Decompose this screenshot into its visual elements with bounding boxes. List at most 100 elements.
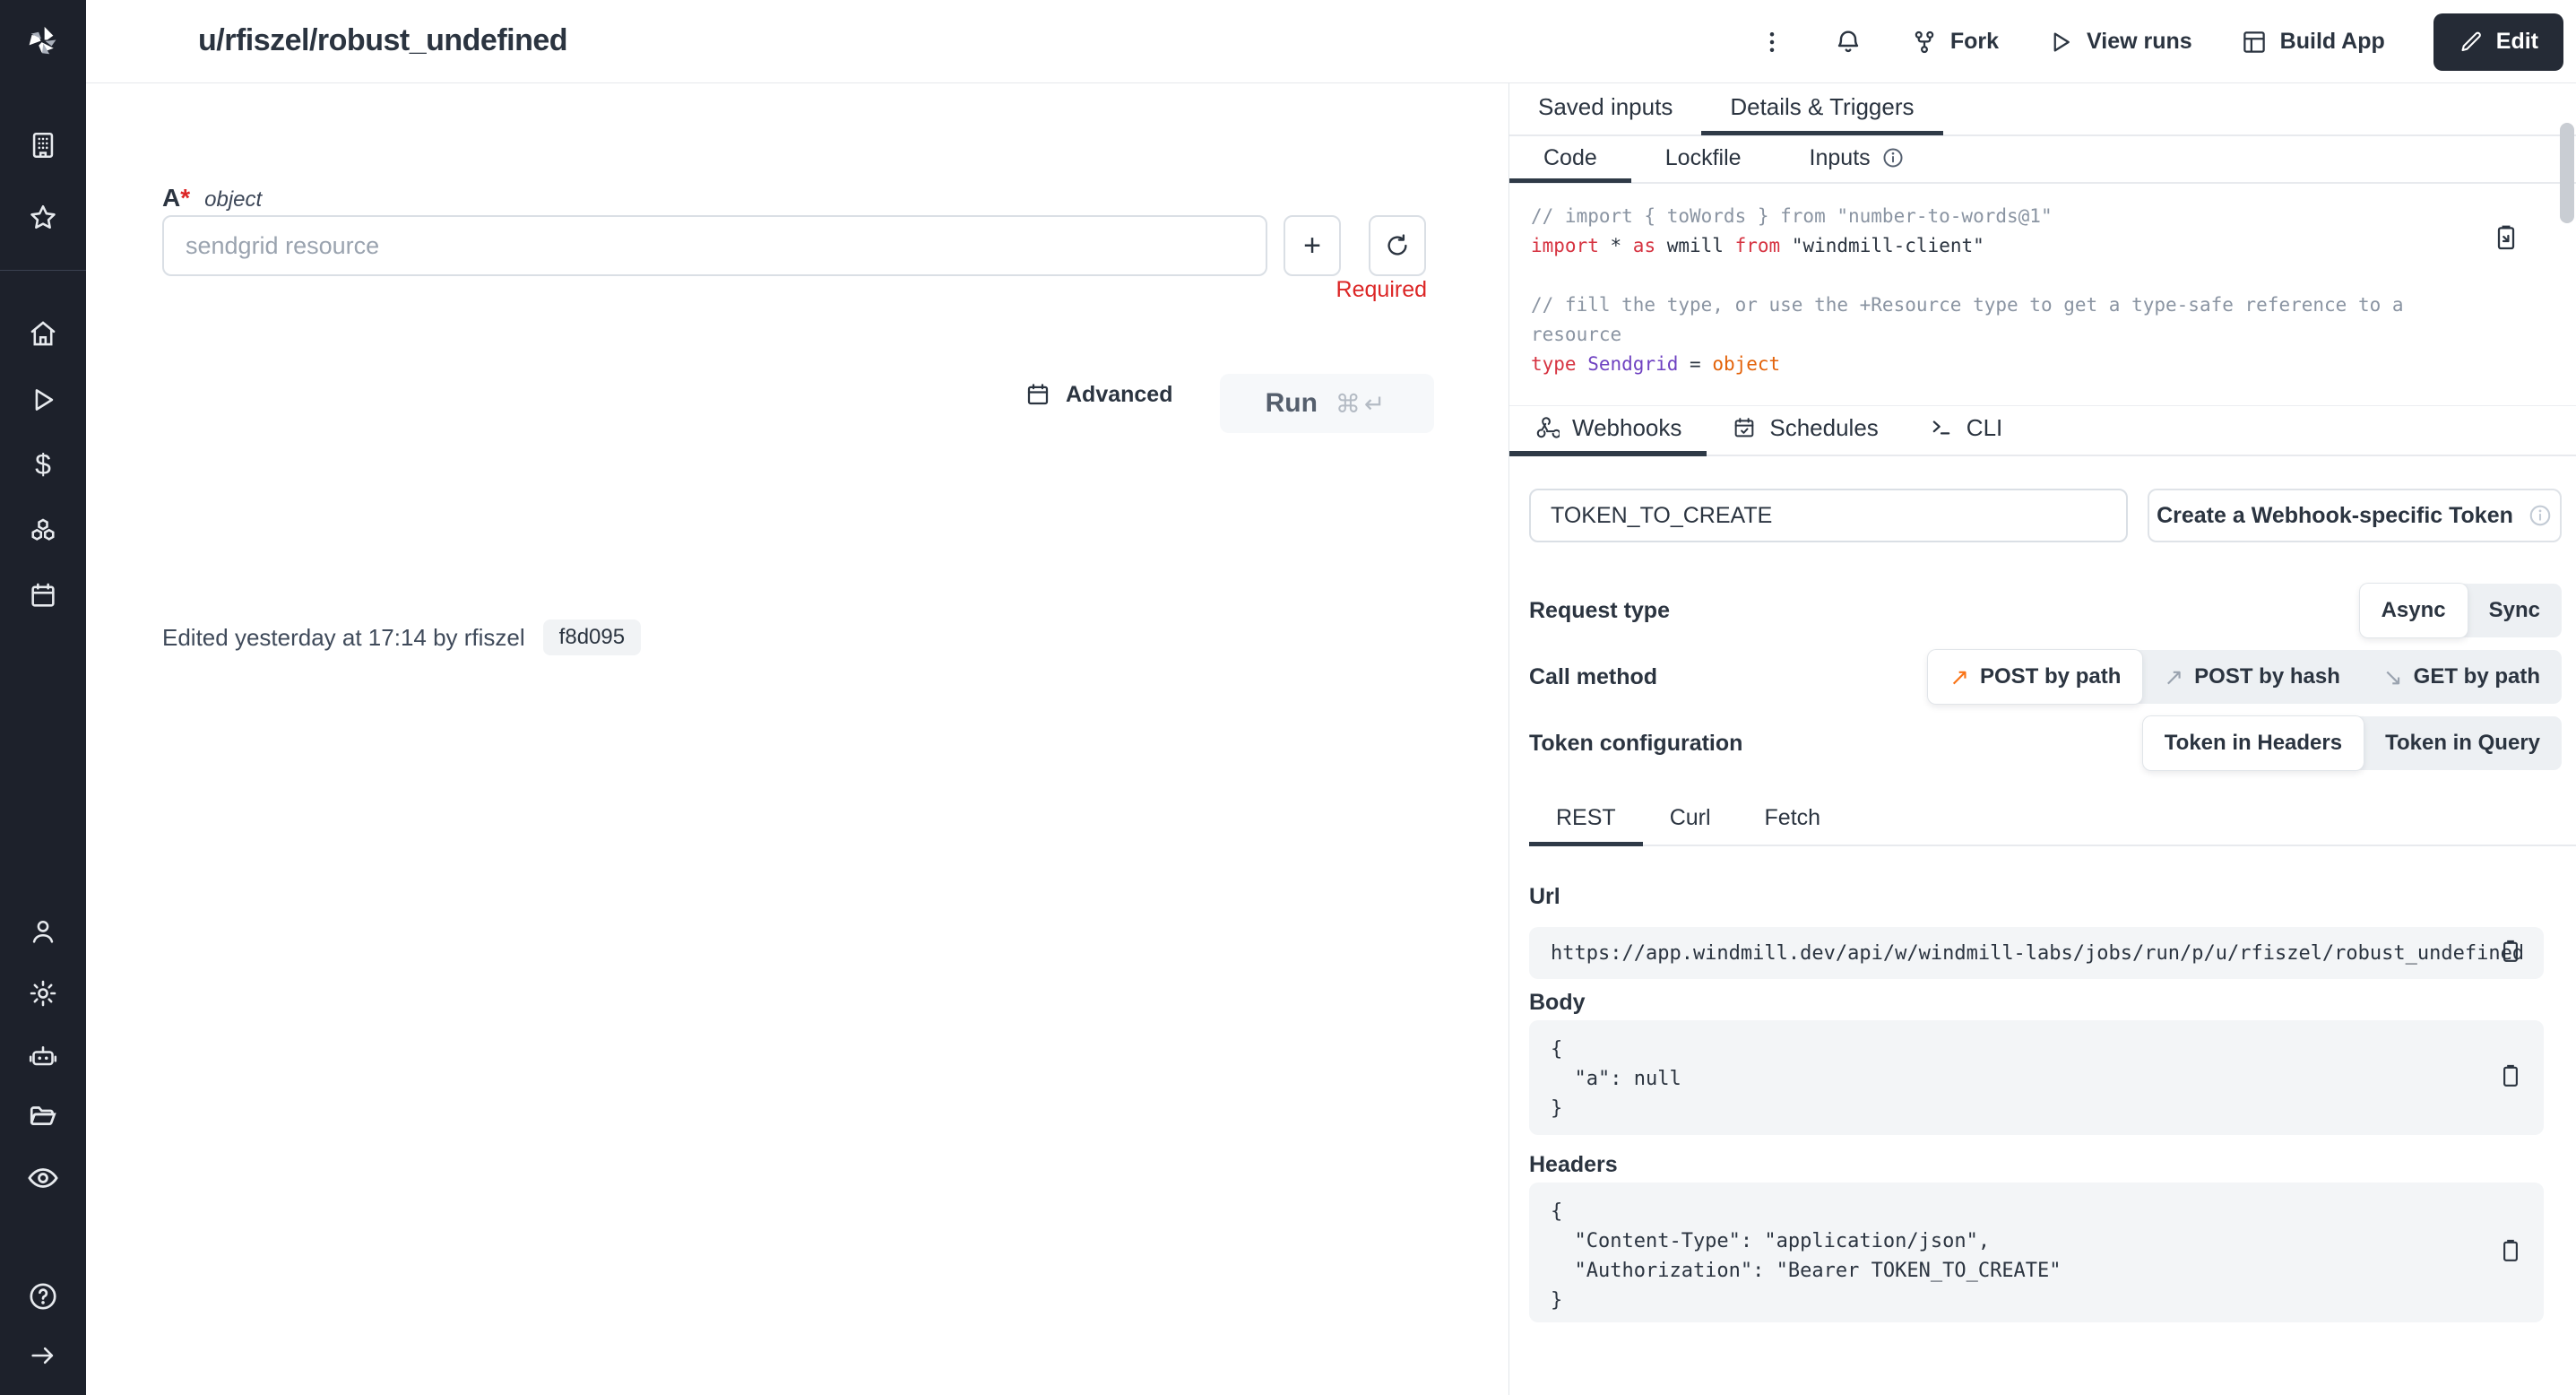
tab-rest[interactable]: REST — [1529, 805, 1643, 846]
arrow-up-right-icon: ↗ — [1949, 663, 1969, 691]
tab-schedules[interactable]: Schedules — [1707, 405, 1903, 456]
request-type-label: Request type — [1529, 598, 1670, 624]
sidebar-collapse-arrow[interactable] — [0, 1339, 86, 1373]
sidebar-item-favorites[interactable] — [0, 201, 86, 235]
token-input[interactable] — [1529, 489, 2128, 542]
code-token: Sendgrid — [1587, 353, 1678, 375]
refresh-icon — [1384, 232, 1411, 259]
tab-lockfile[interactable]: Lockfile — [1631, 137, 1776, 183]
info-icon — [1881, 146, 1905, 169]
option-async[interactable]: Async — [2360, 584, 2468, 637]
sidebar-item-schedules[interactable] — [0, 578, 86, 612]
top-header: u/rfiszel/robust_undefined Fork View run… — [86, 0, 2576, 83]
sidebar-item-audit-logs[interactable] — [0, 1161, 86, 1195]
sidebar-item-runs[interactable] — [0, 383, 86, 417]
sidebar-item-folders[interactable] — [0, 1100, 86, 1134]
copy-headers-icon[interactable] — [2497, 1237, 2524, 1269]
snippet-tabs: REST Curl Fetch — [1529, 805, 2576, 846]
tab-webhooks[interactable]: Webhooks — [1509, 405, 1707, 456]
body-json: { "a": null } — [1551, 1035, 2522, 1123]
code-token: = — [1678, 353, 1712, 375]
sidebar-item-resources[interactable] — [0, 514, 86, 548]
tab-fetch[interactable]: Fetch — [1738, 805, 1848, 846]
copy-code-icon[interactable] — [2492, 223, 2520, 256]
content-split: A* object + Required Advanced Run ⌘↵ — [86, 83, 2576, 1395]
request-type-row: Request type Async Sync — [1529, 582, 2562, 639]
required-asterisk: * — [180, 184, 190, 212]
sidebar-item-workers[interactable] — [0, 1039, 86, 1073]
option-post-by-hash[interactable]: ↗POST by hash — [2142, 650, 2362, 704]
workspace-area: u/rfiszel/robust_undefined Fork View run… — [86, 0, 2576, 1395]
headers-json: { "Content-Type": "application/json", "A… — [1551, 1197, 2522, 1315]
build-app-button[interactable]: Build App — [2241, 29, 2385, 56]
calendar-check-icon — [1732, 415, 1757, 440]
tab-cli[interactable]: CLI — [1904, 405, 2027, 456]
page-title: u/rfiszel/robust_undefined — [198, 23, 567, 58]
panel-scrollbar[interactable] — [2560, 123, 2574, 223]
code-line: // import { toWords } from "number-to-wo… — [1531, 202, 2481, 231]
headers-box: { "Content-Type": "application/json", "A… — [1529, 1183, 2544, 1322]
call-method-row: Call method ↗POST by path ↗POST by hash … — [1529, 648, 2562, 706]
sidebar-item-settings[interactable] — [0, 976, 86, 1010]
code-token — [1577, 353, 1588, 375]
fork-button[interactable]: Fork — [1911, 29, 1999, 56]
code-token: wmill — [1655, 235, 1735, 256]
body-label: Body — [1529, 990, 1586, 1016]
app-window: $ u/rfiszel/ro — [0, 0, 2576, 1395]
request-type-toggle: Async Sync — [2360, 584, 2562, 637]
code-token: type — [1531, 353, 1577, 375]
info-icon — [2528, 503, 2553, 528]
edited-row: Edited yesterday at 17:14 by rfiszel f8d… — [162, 620, 641, 655]
kebab-menu-icon[interactable] — [1759, 29, 1785, 56]
edit-button[interactable]: Edit — [2433, 13, 2563, 71]
sidebar-item-variables[interactable]: $ — [0, 447, 86, 481]
layout-grid-icon — [2241, 29, 2268, 56]
option-token-in-query[interactable]: Token in Query — [2364, 716, 2562, 770]
windmill-logo-icon[interactable] — [0, 13, 86, 70]
refresh-button[interactable] — [1369, 215, 1426, 276]
bell-icon[interactable] — [1834, 28, 1863, 56]
tab-inputs[interactable]: Inputs — [1776, 137, 1939, 183]
option-post-by-path[interactable]: ↗POST by path — [1928, 650, 2142, 704]
play-icon — [2047, 29, 2074, 56]
code-token: * — [1599, 235, 1633, 256]
sidebar-item-workspace[interactable] — [0, 128, 86, 162]
code-token: // fill the type, or use the +Resource t… — [1531, 294, 2415, 345]
token-config-row: Token configuration Token in Headers Tok… — [1529, 715, 2562, 772]
call-method-label: Call method — [1529, 664, 1657, 690]
resource-input[interactable] — [162, 215, 1267, 276]
tab-details-triggers[interactable]: Details & Triggers — [1701, 82, 1942, 135]
sidebar-item-users[interactable] — [0, 914, 86, 949]
create-webhook-token-button[interactable]: Create a Webhook-specific Token — [2148, 489, 2562, 542]
details-panel: Saved inputs Details & Triggers Code Loc… — [1509, 83, 2576, 1395]
copy-body-icon[interactable] — [2497, 1062, 2524, 1094]
option-token-in-headers[interactable]: Token in Headers — [2143, 716, 2364, 770]
field-type: object — [204, 187, 262, 212]
calendar-icon — [1024, 381, 1051, 408]
version-badge[interactable]: f8d095 — [543, 620, 641, 655]
add-resource-button[interactable]: + — [1284, 215, 1341, 276]
token-config-toggle: Token in Headers Token in Query — [2143, 716, 2562, 770]
code-token: object — [1712, 353, 1780, 375]
terminal-icon — [1929, 415, 1954, 440]
code-subtabs: Code Lockfile Inputs — [1509, 138, 2576, 184]
option-get-by-path[interactable]: ↘GET by path — [2362, 650, 2562, 704]
tab-code[interactable]: Code — [1509, 137, 1631, 183]
copy-url-icon[interactable] — [2497, 938, 2524, 969]
sidebar-item-help[interactable] — [0, 1279, 86, 1313]
code-line — [1531, 261, 2481, 290]
body-box: { "a": null } — [1529, 1020, 2544, 1135]
sidebar-divider — [0, 270, 86, 271]
pencil-icon — [2459, 30, 2484, 55]
option-sync[interactable]: Sync — [2468, 584, 2562, 637]
header-actions: Fork View runs Build App Edit — [1759, 0, 2567, 83]
sidebar-item-home[interactable] — [0, 316, 86, 351]
tab-curl[interactable]: Curl — [1643, 805, 1738, 846]
panel-tabs: Saved inputs Details & Triggers — [1509, 83, 2576, 136]
tab-saved-inputs[interactable]: Saved inputs — [1509, 82, 1701, 135]
advanced-button[interactable]: Advanced — [1024, 381, 1172, 408]
run-button[interactable]: Run ⌘↵ — [1220, 374, 1434, 433]
required-note: Required — [1284, 277, 1427, 303]
view-runs-button[interactable]: View runs — [2047, 29, 2192, 56]
webhook-icon — [1534, 415, 1560, 440]
